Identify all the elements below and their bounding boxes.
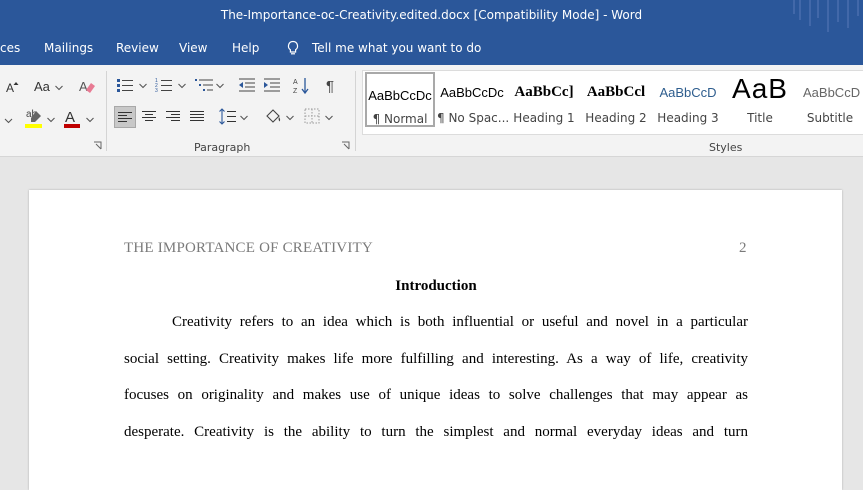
style-heading-1[interactable]: AaBbCc] Heading 1 [509,71,579,132]
chevron-down-icon[interactable] [325,115,333,121]
group-separator [355,71,356,151]
chevron-down-icon[interactable] [86,117,94,123]
svg-text:A: A [6,81,14,95]
numbering-icon[interactable]: 123 [155,77,173,93]
group-separator [106,71,107,151]
clear-formatting-icon[interactable]: A [78,77,96,95]
body-text-line: Creativity refers to an idea which is bo… [172,314,748,330]
style-no-spacing[interactable]: AaBbCcDc ¶ No Spac... [437,71,510,132]
paragraph-group-label: Paragraph [194,141,251,154]
font-color-icon[interactable]: A [63,107,81,129]
style-title[interactable]: AaB Title [725,71,795,132]
align-right-icon[interactable] [166,110,180,123]
document-canvas: THE IMPORTANCE OF CREATIVITY 2 Introduct… [0,157,863,490]
text-highlight-icon[interactable]: ab [24,107,44,129]
sort-icon[interactable]: A Z [292,76,310,96]
chevron-down-icon[interactable] [178,83,186,89]
lightbulb-icon [287,40,299,55]
window-title: The-Importance-oc-Creativity.edited.docx… [220,8,643,22]
style-heading-2[interactable]: AaBbCcl Heading 2 [581,71,651,132]
document-page[interactable]: THE IMPORTANCE OF CREATIVITY 2 Introduct… [29,190,842,490]
style-sample: AaBbCcl [586,84,646,100]
justify-icon[interactable] [190,110,204,123]
svg-text:A: A [79,79,88,94]
align-left-icon [118,112,132,122]
borders-icon[interactable] [304,108,320,124]
change-case-button[interactable]: Aa [34,79,50,94]
tab-references[interactable]: ces [0,41,20,55]
ribbon: A Aa A ab A 123 A Z ¶ Paragraph AaBbCcDc… [0,65,863,157]
multilevel-list-icon[interactable] [194,77,214,93]
shading-icon[interactable] [264,107,282,125]
body-text-line: desperate. Creativity is the ability to … [124,424,748,440]
style-sample: AaBbCc] [514,84,574,100]
style-heading-3[interactable]: AaBbCcD Heading 3 [653,71,723,132]
tab-review[interactable]: Review [116,41,159,55]
style-name: Heading 1 [513,111,575,125]
style-normal[interactable]: AaBbCcDc ¶ Normal [365,72,435,127]
style-name: Heading 3 [657,111,719,125]
style-subtitle[interactable]: AaBbCcD Subtitle [797,71,863,132]
tab-help[interactable]: Help [232,41,259,55]
dialog-launcher-icon[interactable] [93,141,102,150]
chevron-down-icon[interactable] [216,83,224,89]
style-sample: AaBbCcDc [368,88,432,103]
svg-text:A: A [65,109,75,126]
body-text-line: social setting. Creativity makes life mo… [124,351,748,367]
tell-me-label: Tell me what you want to do [312,41,482,55]
body-text-line: focuses on originality and makes use of … [124,387,748,403]
styles-group-label: Styles [709,141,743,154]
style-name: ¶ Normal [372,112,428,126]
chevron-down-icon[interactable] [139,83,147,89]
chevron-down-icon[interactable] [47,117,55,123]
style-sample: AaBbCcD [659,85,717,100]
section-heading: Introduction [395,278,477,294]
title-bar-decoration-icon [793,0,859,32]
style-sample: AaBbCcDc [440,85,504,100]
line-spacing-icon[interactable] [219,108,237,125]
styles-gallery: AaBbCcDc ¶ Normal AaBbCcDc ¶ No Spac... … [362,70,863,135]
svg-text:A: A [293,79,298,86]
shrink-font-icon[interactable]: A [3,79,21,95]
chevron-down-icon[interactable] [55,85,63,91]
tab-view[interactable]: View [179,41,207,55]
dialog-launcher-icon[interactable] [341,141,350,150]
style-name: ¶ No Spac... [437,111,510,125]
style-sample: AaB [732,73,788,104]
svg-text:3: 3 [155,88,158,93]
align-center-icon[interactable] [142,110,156,123]
align-left-button[interactable] [114,106,136,128]
chevron-down-icon[interactable] [240,115,248,121]
show-formatting-marks-icon[interactable]: ¶ [325,77,339,93]
chevron-down-icon[interactable] [286,115,294,121]
style-name: Heading 2 [585,111,647,125]
decrease-indent-icon[interactable] [238,77,256,93]
running-header: THE IMPORTANCE OF CREATIVITY [124,240,373,256]
style-name: Title [747,111,773,125]
svg-text:Z: Z [293,88,298,95]
style-name: Subtitle [806,111,854,125]
bullets-icon[interactable] [116,77,134,93]
chevron-down-icon[interactable] [0,117,16,125]
tab-mailings[interactable]: Mailings [44,41,93,55]
increase-indent-icon[interactable] [263,77,281,93]
ribbon-tabs: ces Mailings Review View Help Tell me wh… [0,32,863,65]
style-sample: AaBbCcD [803,85,861,100]
page-number: 2 [739,240,747,256]
title-bar: The-Importance-oc-Creativity.edited.docx… [0,0,863,32]
svg-text:¶: ¶ [326,78,334,93]
